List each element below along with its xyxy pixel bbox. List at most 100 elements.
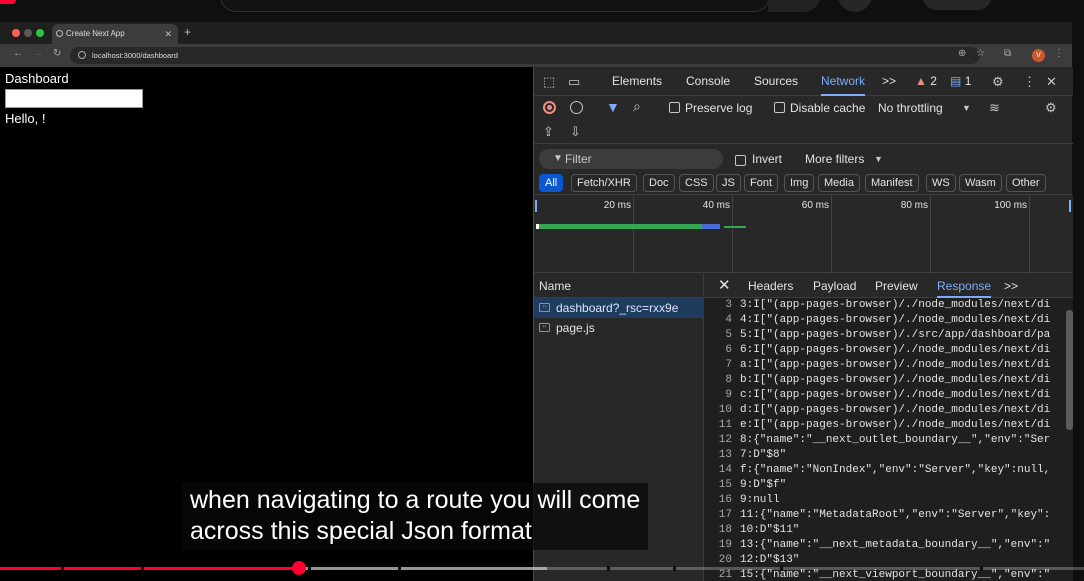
- preserve-log-checkbox[interactable]: [669, 102, 680, 113]
- tab-network[interactable]: Network: [821, 67, 866, 96]
- response-line: 4 4:I["(app-pages-browser)/./node_modules…: [704, 313, 1064, 328]
- clear-log-icon[interactable]: [570, 101, 583, 114]
- network-overview-timeline[interactable]: 20 ms 40 ms 60 ms 80 ms 100 ms: [534, 196, 1073, 273]
- devtools-menu-icon[interactable]: ⋮: [1023, 67, 1036, 96]
- tab-sources[interactable]: Sources: [754, 67, 798, 96]
- type-filter-other[interactable]: Other: [1006, 174, 1046, 192]
- site-info-icon[interactable]: [78, 51, 86, 59]
- type-filter-manifest[interactable]: Manifest: [865, 174, 919, 192]
- overview-gridline: [1029, 196, 1030, 273]
- disable-cache-label: Disable cache: [790, 101, 866, 115]
- more-detail-tabs-button[interactable]: >>: [1004, 274, 1018, 298]
- more-filters-button[interactable]: More filters: [805, 147, 864, 171]
- youtube-mic-button[interactable]: [838, 0, 872, 12]
- overview-window-start-handle[interactable]: [535, 200, 537, 212]
- response-line: 7 a:I["(app-pages-browser)/./node_modules…: [704, 358, 1064, 373]
- close-devtools-icon[interactable]: ✕: [1046, 67, 1057, 96]
- tab-elements[interactable]: Elements: [612, 67, 662, 96]
- import-har-icon[interactable]: ⇪: [543, 117, 554, 146]
- tab-close-icon[interactable]: ✕: [164, 24, 172, 44]
- throttling-caret-icon[interactable]: ▼: [962, 96, 971, 120]
- disable-cache-checkbox[interactable]: [774, 102, 785, 113]
- search-icon[interactable]: ⌕: [633, 98, 641, 115]
- inspect-element-icon[interactable]: ⬚: [543, 67, 555, 96]
- line-text: 15:{"name":"__next_viewport_boundary__",…: [740, 569, 1051, 581]
- network-toolbar-secondary: ⇪ ⇩: [534, 120, 1073, 144]
- filter-input[interactable]: ▼ Filter: [539, 149, 723, 169]
- type-filter-fetch-xhr[interactable]: Fetch/XHR: [571, 174, 637, 192]
- record-icon[interactable]: [543, 101, 556, 114]
- message-count: 1: [964, 74, 972, 88]
- browser-menu-icon[interactable]: ⋮: [1054, 48, 1064, 59]
- type-filter-js[interactable]: JS: [716, 174, 741, 192]
- reload-icon[interactable]: ↻: [53, 48, 61, 59]
- invert-checkbox[interactable]: [735, 155, 746, 166]
- line-text: e:I["(app-pages-browser)/./node_modules/…: [740, 419, 1051, 431]
- youtube-search-button[interactable]: [768, 0, 820, 12]
- line-text: 5:I["(app-pages-browser)/./src/app/dashb…: [740, 329, 1051, 341]
- export-har-icon[interactable]: ⇩: [570, 117, 581, 146]
- filter-funnel-icon[interactable]: ▼: [606, 99, 620, 115]
- throttling-select[interactable]: No throttling: [878, 96, 943, 120]
- page-text-input[interactable]: [5, 89, 143, 108]
- tab-response[interactable]: Response: [937, 274, 992, 298]
- response-line: 17 11:{"name":"MetadataRoot","env":"Serve…: [704, 508, 1064, 523]
- new-tab-button[interactable]: +: [184, 22, 191, 42]
- back-arrow-icon[interactable]: ←: [13, 48, 23, 59]
- response-scrollbar[interactable]: [1066, 310, 1073, 430]
- tab-payload[interactable]: Payload: [813, 274, 856, 298]
- url-text: localhost:3000/dashboard: [92, 51, 178, 60]
- response-line: 11 e:I["(app-pages-browser)/./node_module…: [704, 418, 1064, 433]
- type-filter-doc[interactable]: Doc: [643, 174, 675, 192]
- youtube-create-button[interactable]: [922, 0, 992, 10]
- type-filter-font[interactable]: Font: [744, 174, 779, 192]
- more-tabs-button[interactable]: >>: [882, 67, 896, 96]
- network-conditions-icon[interactable]: ≋: [989, 93, 1000, 122]
- type-filter-ws[interactable]: WS: [926, 174, 956, 192]
- close-detail-icon[interactable]: ✕: [718, 274, 731, 298]
- network-toolbar: ▼ ⌕ Preserve log Disable cache No thrott…: [534, 96, 1073, 120]
- message-icon: ▤: [950, 74, 962, 88]
- bookmark-star-icon[interactable]: ☆: [976, 48, 985, 59]
- chapter-separator: [398, 566, 401, 571]
- device-toolbar-icon[interactable]: ▭: [568, 67, 580, 96]
- tab-headers[interactable]: Headers: [748, 274, 793, 298]
- forward-arrow-icon[interactable]: →: [33, 48, 43, 59]
- tab-preview[interactable]: Preview: [875, 274, 918, 298]
- type-filter-wasm[interactable]: Wasm: [959, 174, 1002, 192]
- type-filter-css[interactable]: CSS: [679, 174, 714, 192]
- address-bar[interactable]: localhost:3000/dashboard: [70, 47, 980, 64]
- type-filter-all[interactable]: All: [539, 174, 564, 192]
- profile-avatar[interactable]: V: [1032, 49, 1045, 62]
- line-number: 3: [725, 299, 732, 311]
- window-minimize-dot[interactable]: [24, 29, 32, 37]
- request-name-header[interactable]: Name: [534, 274, 704, 298]
- youtube-header: ⌄: [0, 0, 1084, 31]
- extensions-icon[interactable]: ⧉: [1004, 48, 1011, 59]
- zoom-icon[interactable]: ⊕: [958, 48, 966, 59]
- request-name: dashboard?_rsc=rxx9e: [556, 301, 679, 315]
- type-filter-img[interactable]: Img: [784, 174, 815, 192]
- overview-window-end-handle[interactable]: [1069, 200, 1071, 212]
- network-settings-gear-icon[interactable]: ⚙: [1045, 93, 1057, 122]
- window-close-dot[interactable]: [12, 29, 20, 37]
- message-badge[interactable]: ▤ 1: [950, 67, 971, 96]
- request-row-page-js[interactable]: ‹› page.js: [534, 318, 704, 338]
- browser-tab[interactable]: Create Next App ✕: [52, 24, 178, 44]
- response-body[interactable]: 3 3:I["(app-pages-browser)/./node_modules…: [704, 298, 1064, 581]
- request-row-dashboard[interactable]: ‹› dashboard?_rsc=rxx9e: [534, 298, 704, 318]
- response-line: 9 c:I["(app-pages-browser)/./node_modules…: [704, 388, 1064, 403]
- line-text: 13:{"name":"__next_metadata_boundary__",…: [740, 539, 1051, 551]
- warning-badge[interactable]: ▲ 2: [915, 67, 937, 96]
- line-text: 9:D"$f": [740, 479, 787, 491]
- line-number: 6: [725, 344, 732, 356]
- youtube-search-box[interactable]: [220, 0, 770, 12]
- settings-gear-icon[interactable]: ⚙: [992, 67, 1004, 96]
- youtube-logo-icon[interactable]: [0, 0, 16, 4]
- more-filters-caret-icon[interactable]: ▼: [874, 147, 883, 171]
- type-filter-media[interactable]: Media: [818, 174, 860, 192]
- window-maximize-dot[interactable]: [36, 29, 44, 37]
- tab-console[interactable]: Console: [686, 67, 730, 96]
- filter-placeholder: Filter: [565, 152, 592, 166]
- chapter-separator: [780, 566, 783, 571]
